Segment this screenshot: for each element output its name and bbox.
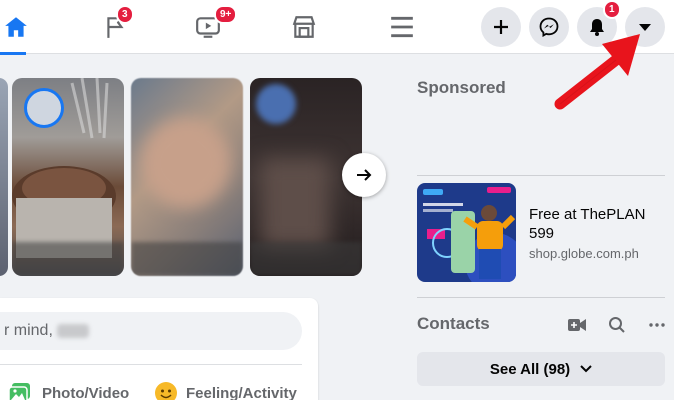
search-contacts-button[interactable]	[605, 314, 629, 336]
story-card[interactable]	[12, 78, 124, 276]
section-divider	[417, 297, 665, 298]
sponsored-heading: Sponsored	[417, 78, 506, 97]
contacts-heading: Contacts	[417, 314, 490, 333]
story-author-name	[12, 242, 124, 276]
story-image	[141, 118, 231, 208]
section-divider	[417, 175, 665, 176]
home-icon	[5, 17, 27, 37]
watch-tab[interactable]: 9+	[178, 0, 238, 54]
red-arrow-annotation	[554, 34, 640, 110]
blurred-user-name	[56, 323, 89, 338]
active-tab-indicator	[0, 52, 26, 55]
more-options-icon	[649, 323, 665, 327]
ad-url[interactable]: shop.globe.com.ph	[529, 246, 639, 261]
story-avatar	[24, 88, 64, 128]
stories-next-button[interactable]	[342, 153, 386, 197]
story-image	[260, 158, 330, 248]
story-author-name	[131, 242, 243, 276]
feeling-activity-button[interactable]: Feeling/Activity	[154, 380, 297, 400]
smiley-icon	[155, 382, 177, 400]
chevron-down-icon	[580, 365, 592, 373]
story-avatar	[256, 84, 296, 124]
composer-divider	[0, 364, 302, 365]
arrow-right-icon	[357, 169, 372, 181]
menu-tab[interactable]	[372, 0, 432, 54]
composer-placeholder: r mind,	[4, 322, 53, 339]
story-card-partial[interactable]	[0, 78, 8, 276]
composer-input[interactable]: r mind,	[0, 312, 302, 350]
home-tab[interactable]	[0, 0, 46, 55]
see-all-contacts-button[interactable]: See All (98)	[417, 352, 665, 386]
photo-video-button[interactable]: Photo/Video	[8, 380, 129, 400]
plus-icon	[494, 20, 508, 34]
pages-tab[interactable]: 3	[86, 0, 146, 54]
ad-thumbnail[interactable]	[417, 183, 516, 282]
hamburger-icon	[391, 16, 413, 38]
story-author-name	[250, 242, 362, 276]
search-icon	[609, 317, 625, 333]
shop-icon	[292, 16, 316, 38]
watch-badge: 9+	[214, 5, 238, 24]
notifications-badge: 1	[603, 0, 621, 19]
pages-badge: 3	[116, 5, 134, 24]
see-all-label: See All (98)	[489, 360, 571, 378]
new-room-button[interactable]	[565, 314, 589, 336]
photo-icon	[8, 383, 30, 400]
story-card[interactable]	[131, 78, 243, 276]
feeling-activity-label: Feeling/Activity	[186, 384, 297, 400]
ad-image	[417, 183, 516, 282]
create-button[interactable]	[481, 7, 521, 47]
photo-video-label: Photo/Video	[42, 384, 130, 400]
contacts-options-button[interactable]	[645, 314, 669, 336]
marketplace-tab[interactable]	[274, 0, 334, 54]
ad-title[interactable]: Free at ThePLAN 599	[529, 205, 659, 243]
video-plus-icon	[568, 319, 586, 331]
